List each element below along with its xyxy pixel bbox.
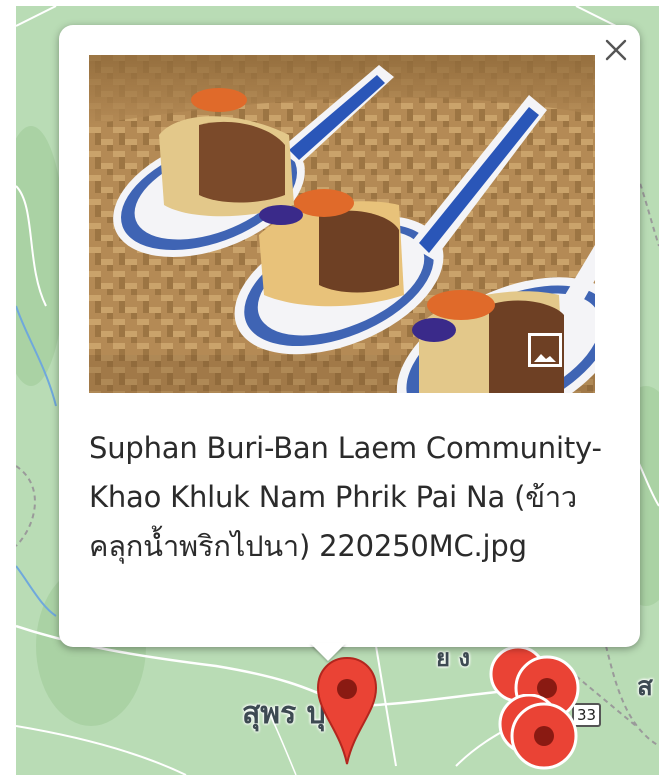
place-photo[interactable] [89, 55, 595, 393]
close-button[interactable] [600, 34, 632, 66]
selected-place-marker[interactable] [316, 656, 378, 768]
mountain-icon [534, 354, 556, 362]
photo-caption: Suphan Buri-Ban Laem Community-Khao Khlu… [89, 431, 602, 563]
image-expand-icon[interactable] [528, 333, 562, 367]
info-window-pointer [310, 643, 346, 661]
food-photo [89, 55, 595, 393]
map-label-edge: ส [637, 672, 653, 702]
place-marker-cluster[interactable] [494, 694, 584, 775]
close-icon [605, 39, 627, 61]
